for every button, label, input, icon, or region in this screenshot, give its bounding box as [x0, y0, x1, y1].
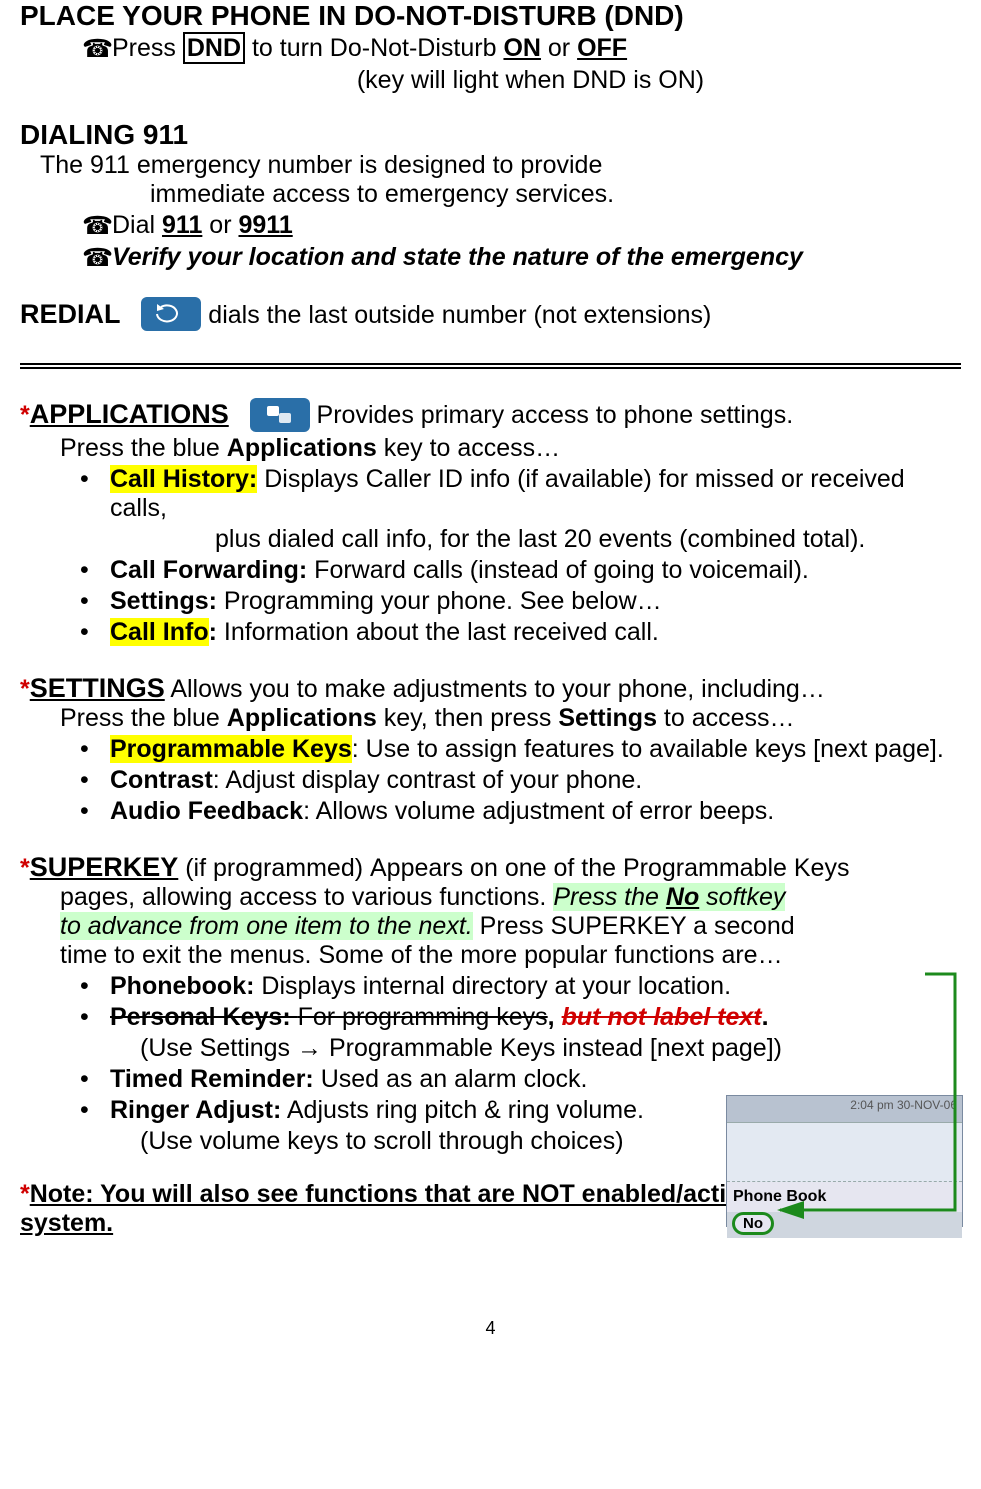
redial-heading: REDIAL — [20, 299, 121, 329]
applications-icon — [250, 398, 310, 432]
phone-btm: No — [727, 1212, 962, 1238]
sk-timed: • Timed Reminder: Used as an alarm clock… — [20, 1065, 961, 1094]
app-call-history-line2: plus dialed call info, for the last 20 e… — [20, 525, 961, 554]
superkey-line3: to advance from one item to the next. Pr… — [20, 912, 961, 941]
applications-desc: Provides primary access to phone setting… — [317, 401, 794, 429]
redial-icon — [141, 297, 201, 331]
superkey-line4: time to exit the menus. Some of the more… — [20, 941, 961, 970]
dnd-press-row: ☎ Press DND to turn Do-Not-Disturb ON or… — [20, 34, 961, 64]
phone-screenshot: 2:04 pm 30-NOV-06 Phone Book No — [726, 1095, 963, 1227]
phone-icon: ☎ — [82, 211, 112, 241]
applications-row: *APPLICATIONS Provides primary access to… — [20, 399, 961, 433]
e911-desc2: immediate access to emergency services. — [20, 180, 961, 209]
set-audio: • Audio Feedback: Allows volume adjustme… — [20, 797, 961, 826]
sk-personal: • Personal Keys: For programming keys, b… — [20, 1003, 961, 1032]
settings-row: *SETTINGS Allows you to make adjustments… — [20, 673, 961, 704]
settings-access: Press the blue Applications key, then pr… — [20, 704, 961, 733]
superkey-ifprog: (if programmed) — [178, 854, 370, 882]
e911-heading: DIALING 911 — [20, 119, 961, 151]
no-softkey: No — [732, 1212, 774, 1235]
applications-access: Press the blue Applications key to acces… — [20, 434, 961, 463]
e911-verify-row: ☎ Verify your location and state the nat… — [20, 243, 961, 273]
phone-mid — [727, 1123, 962, 1182]
phone-book-label: Phone Book — [727, 1182, 962, 1212]
app-call-info: • Call Info: Information about the last … — [20, 618, 961, 647]
settings-heading: SETTINGS — [30, 673, 165, 703]
phone-icon: ☎ — [82, 243, 112, 273]
set-contrast: • Contrast: Adjust display contrast of y… — [20, 766, 961, 795]
star-icon: * — [20, 1180, 30, 1209]
set-prog-keys: • Programmable Keys: Use to assign featu… — [20, 735, 961, 764]
e911-verify: Verify your location and state the natur… — [112, 243, 961, 272]
superkey-heading: SUPERKEY — [30, 852, 179, 882]
dnd-key: DND — [183, 32, 245, 64]
redial-desc: dials the last outside number (not exten… — [208, 301, 711, 329]
applications-heading: APPLICATIONS — [30, 399, 229, 429]
e911-desc1: The 911 emergency number is designed to … — [20, 151, 961, 180]
star-icon: * — [20, 675, 30, 703]
superkey-row: *SUPERKEY (if programmed) Appears on one… — [20, 852, 961, 883]
star-icon: * — [20, 401, 30, 429]
page-number: 4 — [20, 1318, 961, 1339]
superkey-line2: pages, allowing access to various functi… — [20, 883, 961, 912]
app-call-history: • Call History: Displays Caller ID info … — [20, 465, 961, 523]
dnd-press-text: Press DND to turn Do-Not-Disturb ON or O… — [112, 34, 961, 63]
e911-dial-row: ☎ Dial 911 or 9911 — [20, 211, 961, 241]
phone-icon: ☎ — [82, 34, 112, 64]
app-settings: • Settings: Programming your phone. See … — [20, 587, 961, 616]
redial-row: REDIAL dials the last outside number (no… — [20, 299, 961, 333]
sk-personal-sub: (Use Settings → Programmable Keys instea… — [20, 1034, 961, 1063]
sk-phonebook: • Phonebook: Displays internal directory… — [20, 972, 961, 1001]
phone-clock: 2:04 pm 30-NOV-06 — [727, 1096, 962, 1123]
dnd-note: (key will light when DND is ON) — [20, 66, 961, 95]
dnd-heading: PLACE YOUR PHONE IN DO-NOT-DISTURB (DND) — [20, 0, 961, 32]
e911-dial-text: Dial 911 or 9911 — [112, 211, 961, 240]
superkey-rest1: Appears on one of the Programmable Keys — [370, 854, 849, 882]
star-icon: * — [20, 854, 30, 882]
settings-desc: Allows you to make adjustments to your p… — [165, 675, 825, 703]
divider — [20, 363, 961, 369]
app-call-fwd: • Call Forwarding: Forward calls (instea… — [20, 556, 961, 585]
